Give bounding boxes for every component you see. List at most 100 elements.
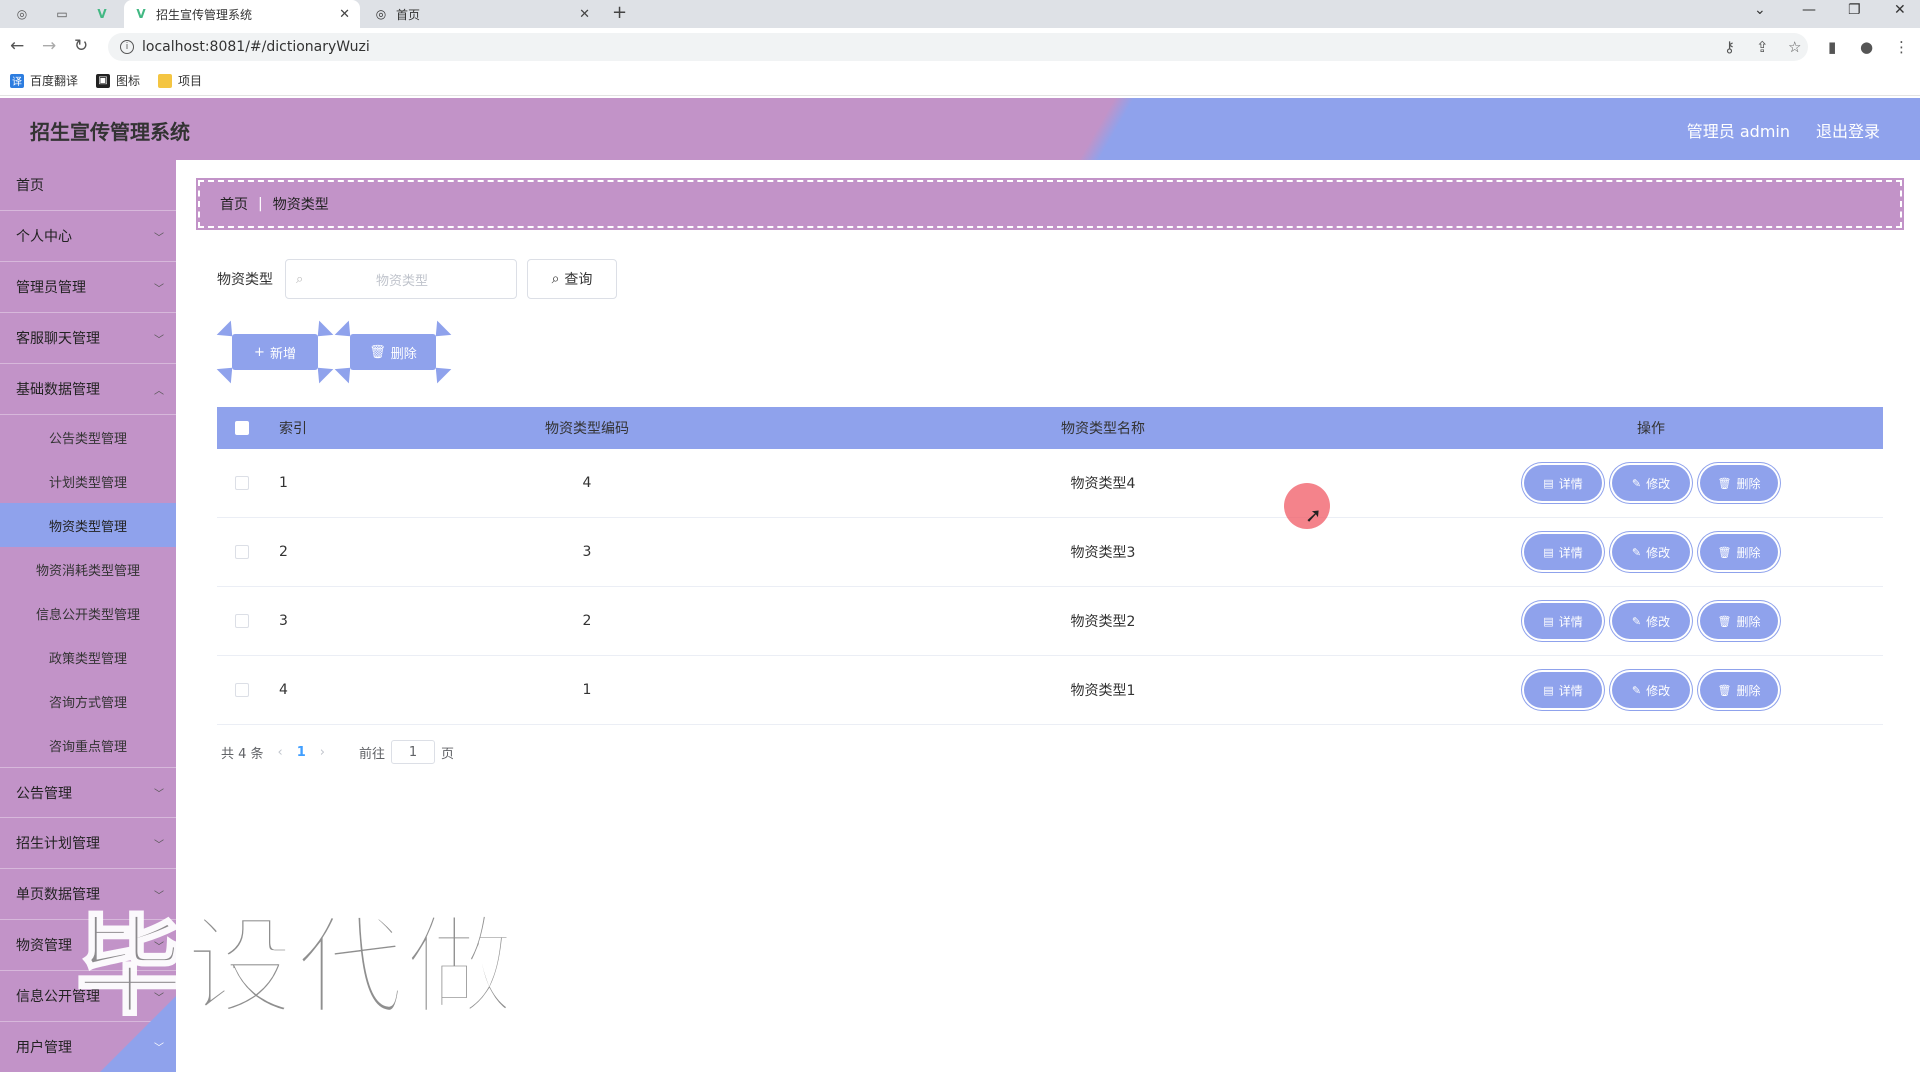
sidebar-subitem-material-type[interactable]: 物资类型管理 xyxy=(0,503,176,547)
add-button[interactable]: + 新增 xyxy=(216,320,334,384)
globe-icon: ◎ xyxy=(375,7,387,21)
trash-icon: 🗑 xyxy=(1717,545,1732,559)
row-checkbox[interactable] xyxy=(235,683,249,697)
table-row: 3 2 物资类型2 ▤ 详情 ✎ 修改 🗑 删除 xyxy=(217,587,1883,656)
minimize-icon[interactable]: — xyxy=(1802,2,1816,18)
cell-index: 3 xyxy=(279,613,288,629)
sidebar-item-chat[interactable]: 客服聊天管理 ﹀ xyxy=(0,313,176,364)
logout-link[interactable]: 退出登录 xyxy=(1816,118,1880,142)
cell-name: 物资类型2 xyxy=(1070,614,1136,630)
sidebar-subitem-consult-method[interactable]: 咨询方式管理 xyxy=(0,679,176,723)
data-table: 索引 物资类型编码 物资类型名称 操作 1 4 物资类型4 ▤ 详情 ✎ 修改 🗑 删… xyxy=(217,407,1883,725)
sidebar-item-home[interactable]: 首页 xyxy=(0,160,176,211)
sidebar-item-admin[interactable]: 管理员管理 ﹀ xyxy=(0,262,176,313)
chevron-right-icon[interactable]: › xyxy=(320,745,325,760)
header-index: 索引 xyxy=(279,421,307,437)
header-code: 物资类型编码 xyxy=(545,421,629,437)
tab-home[interactable]: ◎ 首页 ✕ xyxy=(364,0,600,28)
sidebar-item-basic-data[interactable]: 基础数据管理 ︿ xyxy=(0,364,176,415)
chevron-down-icon[interactable]: ⌄ xyxy=(1754,2,1766,18)
url-text: localhost:8081/#/dictionaryWuzi xyxy=(142,39,370,55)
pinned-tab-icon[interactable]: ▭ xyxy=(48,4,76,24)
edit-button[interactable]: ✎ 修改 xyxy=(1612,672,1690,708)
cell-code: 1 xyxy=(582,682,592,698)
edit-button[interactable]: ✎ 修改 xyxy=(1612,603,1690,639)
key-icon[interactable]: ⚷ xyxy=(1724,38,1735,56)
pencil-icon: ✎ xyxy=(1631,476,1642,490)
chevron-left-icon[interactable]: ‹ xyxy=(278,745,283,760)
chevron-down-icon: ﹀ xyxy=(154,334,164,346)
tab-active[interactable]: V 招生宣传管理系统 ✕ xyxy=(124,0,360,28)
close-icon[interactable]: ✕ xyxy=(579,7,590,22)
close-icon[interactable]: ✕ xyxy=(339,7,350,22)
profile-icon[interactable]: ● xyxy=(1860,38,1873,56)
detail-button[interactable]: ▤ 详情 xyxy=(1524,465,1602,501)
row-checkbox[interactable] xyxy=(235,476,249,490)
pencil-icon: ✎ xyxy=(1631,683,1642,697)
pagination-total: 共 4 条 xyxy=(221,746,264,762)
star-icon[interactable]: ☆ xyxy=(1788,38,1801,56)
sidebar-subitem-consumption-type[interactable]: 物资消耗类型管理 xyxy=(0,547,176,591)
edit-button[interactable]: ✎ 修改 xyxy=(1612,534,1690,570)
window-close-icon[interactable]: ✕ xyxy=(1894,2,1906,18)
chevron-down-icon: ﹀ xyxy=(154,283,164,295)
delete-button[interactable]: 🗑 删除 xyxy=(1700,534,1778,570)
delete-button[interactable]: 🗑 删除 xyxy=(1700,603,1778,639)
header-ops: 操作 xyxy=(1637,421,1665,437)
sidebar-subitem-info-type[interactable]: 信息公开类型管理 xyxy=(0,591,176,635)
sidebar-subitem-notice-type[interactable]: 公告类型管理 xyxy=(0,415,176,459)
sidebar-item-notice[interactable]: 公告管理 ﹀ xyxy=(0,767,176,818)
bookmark-project[interactable]: 项目 xyxy=(158,72,202,89)
tab-title: 首页 xyxy=(396,7,421,22)
cell-index: 1 xyxy=(279,475,288,491)
menu-icon[interactable]: ⋮ xyxy=(1894,38,1909,56)
delete-button[interactable]: 🗑 删除 xyxy=(1700,465,1778,501)
bookmark-translate[interactable]: 译 百度翻译 xyxy=(10,72,78,89)
detail-button[interactable]: ▤ 详情 xyxy=(1524,534,1602,570)
vue-icon[interactable]: V xyxy=(88,4,116,24)
chevron-down-icon: ﹀ xyxy=(154,789,164,800)
detail-button[interactable]: ▤ 详情 xyxy=(1524,603,1602,639)
query-button[interactable]: ⌕ 查询 xyxy=(527,259,617,299)
share-icon[interactable]: ⇪ xyxy=(1756,38,1769,56)
select-all-checkbox[interactable] xyxy=(235,421,249,435)
sidebar-subitem-policy-type[interactable]: 政策类型管理 xyxy=(0,635,176,679)
back-icon[interactable]: ← xyxy=(10,36,24,56)
document-icon: ▤ xyxy=(1543,476,1554,490)
page-number[interactable]: 1 xyxy=(297,745,306,760)
info-icon[interactable]: i xyxy=(120,40,134,54)
forward-icon[interactable]: → xyxy=(42,36,56,56)
cell-name: 物资类型1 xyxy=(1070,683,1136,699)
batch-delete-button[interactable]: 🗑 删除 xyxy=(334,320,452,384)
edit-button[interactable]: ✎ 修改 xyxy=(1612,465,1690,501)
breadcrumb-home[interactable]: 首页 xyxy=(220,194,248,214)
pencil-icon: ✎ xyxy=(1631,614,1642,628)
pencil-icon: ✎ xyxy=(1631,545,1642,559)
sidebar-subitem-consult-focus[interactable]: 咨询重点管理 xyxy=(0,723,176,767)
row-checkbox[interactable] xyxy=(235,545,249,559)
globe-icon[interactable]: ◎ xyxy=(8,4,36,24)
chevron-down-icon: ﹀ xyxy=(154,839,164,851)
goto-page-input[interactable]: 1 xyxy=(391,740,436,764)
restore-icon[interactable]: ❐ xyxy=(1848,2,1861,18)
sidepanel-icon[interactable]: ▮ xyxy=(1828,38,1836,56)
detail-button[interactable]: ▤ 详情 xyxy=(1524,672,1602,708)
mouse-cursor-icon: ➚ xyxy=(1305,503,1322,527)
new-tab-icon[interactable]: + xyxy=(612,2,627,23)
bookmark-icons[interactable]: ▣ 图标 xyxy=(96,72,140,89)
row-checkbox[interactable] xyxy=(235,614,249,628)
table-header: 索引 物资类型编码 物资类型名称 操作 xyxy=(217,407,1883,449)
plus-icon: + xyxy=(254,344,265,360)
url-field[interactable]: i localhost:8081/#/dictionaryWuzi xyxy=(108,33,1808,61)
sidebar-item-plan[interactable]: 招生计划管理 ﹀ xyxy=(0,818,176,869)
breadcrumb: 首页 | 物资类型 xyxy=(198,180,1902,228)
breadcrumb-current: 物资类型 xyxy=(272,197,329,213)
image-icon: ▣ xyxy=(96,73,111,88)
search-input[interactable]: ⌕ 物资类型 xyxy=(285,259,517,299)
header-name: 物资类型名称 xyxy=(1061,421,1145,437)
cell-code: 4 xyxy=(582,475,592,491)
sidebar-item-personal-center[interactable]: 个人中心 ﹀ xyxy=(0,211,176,262)
sidebar-subitem-plan-type[interactable]: 计划类型管理 xyxy=(0,459,176,503)
delete-button[interactable]: 🗑 删除 xyxy=(1700,672,1778,708)
reload-icon[interactable]: ↻ xyxy=(74,36,88,56)
